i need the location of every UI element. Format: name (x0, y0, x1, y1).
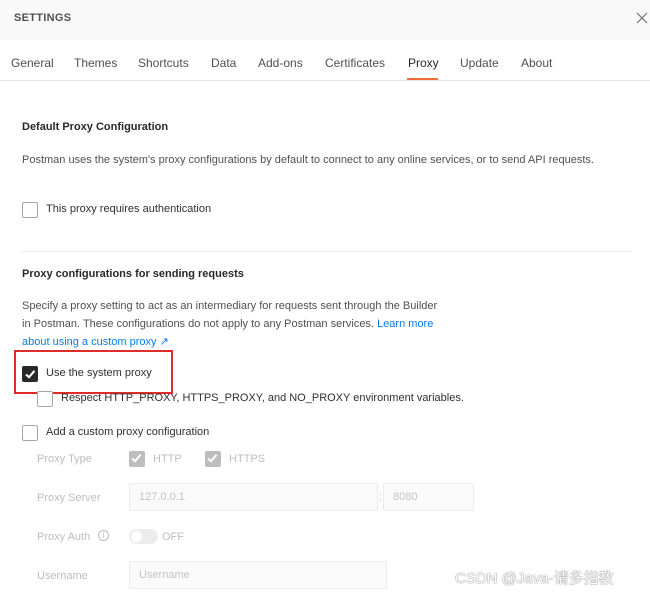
proxy-type-label: Proxy Type (37, 453, 92, 465)
toggle-knob (131, 531, 142, 542)
custom-proxy-checkbox[interactable] (22, 425, 38, 441)
system-proxy-label: Use the system proxy (46, 367, 152, 379)
watermark: CSDN @Java-请多指教 (455, 570, 614, 587)
proxy-auth-label: Proxy Auth (37, 531, 91, 543)
tab-general[interactable]: General (11, 56, 54, 70)
request-proxy-title: Proxy configurations for sending request… (22, 268, 244, 280)
system-proxy-checkbox[interactable] (22, 366, 38, 382)
request-proxy-description: Specify a proxy setting to act as an int… (22, 300, 438, 330)
system-proxy-row[interactable]: Use the system proxy (22, 366, 172, 384)
default-proxy-description: Postman uses the system's proxy configur… (22, 154, 594, 166)
proxy-auth-state: OFF (162, 531, 184, 543)
respect-env-checkbox[interactable] (37, 391, 53, 407)
http-checkbox[interactable] (129, 451, 145, 467)
custom-proxy-row[interactable]: Add a custom proxy configuration (22, 425, 242, 443)
checkmark-icon (207, 454, 218, 463)
tab-themes[interactable]: Themes (74, 56, 117, 70)
auth-checkbox-row[interactable]: This proxy requires authentication (22, 202, 242, 220)
default-proxy-title: Default Proxy Configuration (22, 121, 169, 133)
tab-shortcuts[interactable]: Shortcuts (138, 56, 189, 70)
window-title: SETTINGS (14, 12, 72, 24)
https-label: HTTPS (229, 453, 266, 465)
proxy-server-input[interactable] (129, 483, 378, 511)
settings-header: SETTINGS (0, 0, 650, 40)
active-tab-indicator (407, 78, 438, 80)
custom-proxy-label: Add a custom proxy configuration (46, 426, 210, 438)
section-divider (22, 251, 632, 252)
proxy-server-label: Proxy Server (37, 492, 101, 504)
username-label: Username (37, 570, 88, 582)
checkmark-icon (25, 370, 36, 379)
tab-data[interactable]: Data (211, 56, 236, 70)
close-icon[interactable] (633, 9, 650, 27)
auth-checkbox[interactable] (22, 202, 38, 218)
tab-about[interactable]: About (521, 56, 552, 70)
proxy-auth-toggle[interactable] (129, 529, 158, 544)
https-checkbox[interactable] (205, 451, 221, 467)
respect-env-label: Respect HTTP_PROXY, HTTPS_PROXY, and NO_… (61, 392, 464, 404)
info-icon: i (98, 530, 109, 541)
port-separator: : (379, 491, 383, 503)
request-proxy-description-block: Specify a proxy setting to act as an int… (22, 297, 442, 351)
tab-update[interactable]: Update (460, 56, 499, 70)
tab-proxy[interactable]: Proxy (408, 56, 439, 70)
username-input[interactable] (129, 561, 387, 589)
tab-certificates[interactable]: Certificates (325, 56, 385, 70)
http-label: HTTP (153, 453, 182, 465)
auth-checkbox-label: This proxy requires authentication (46, 203, 212, 215)
proxy-port-input[interactable] (383, 483, 474, 511)
settings-tabs: General Themes Shortcuts Data Add-ons Ce… (0, 40, 650, 81)
tab-add-ons[interactable]: Add-ons (258, 56, 303, 70)
checkmark-icon (131, 454, 142, 463)
respect-env-row[interactable]: Respect HTTP_PROXY, HTTPS_PROXY, and NO_… (37, 391, 477, 409)
